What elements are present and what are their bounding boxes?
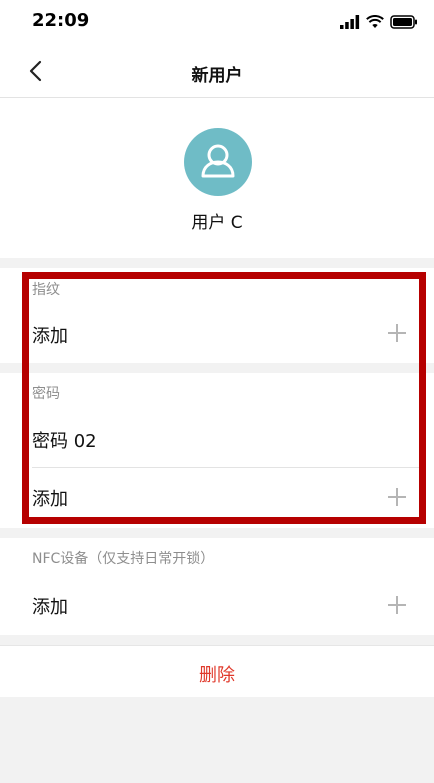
plus-icon (388, 324, 406, 342)
nfc-section-title: NFC设备（仅支持日常开锁） (32, 551, 215, 567)
wifi-icon (366, 15, 384, 28)
password-item-label: 密码 02 (32, 431, 97, 452)
fingerprint-section-title: 指纹 (32, 282, 60, 298)
nfc-add-label: 添加 (32, 597, 68, 618)
fingerprint-add-label: 添加 (32, 326, 68, 347)
battery-icon (390, 15, 417, 29)
delete-label: 删除 (199, 665, 235, 686)
page-title: 新用户 (191, 66, 243, 86)
avatar[interactable] (184, 128, 252, 196)
password-add-row[interactable]: 添加 (0, 468, 434, 524)
status-bar: 22:09 (0, 0, 434, 44)
profile-card: 用户 C (0, 98, 434, 258)
nfc-add-row[interactable]: 添加 (0, 578, 434, 630)
plus-icon (388, 596, 406, 614)
password-item-row[interactable]: 密码 02 (0, 412, 434, 467)
cellular-signal-icon (340, 15, 360, 29)
status-icons (340, 14, 418, 30)
status-time: 22:09 (32, 10, 90, 31)
user-name[interactable]: 用户 C (0, 208, 434, 233)
password-section-title: 密码 (32, 386, 60, 402)
nav-bar: 新用户 (0, 44, 434, 98)
delete-button[interactable]: 删除 (0, 645, 434, 697)
plus-icon (388, 488, 406, 506)
password-add-label: 添加 (32, 489, 68, 510)
fingerprint-add-row[interactable]: 添加 (0, 308, 434, 358)
user-icon (201, 144, 235, 178)
